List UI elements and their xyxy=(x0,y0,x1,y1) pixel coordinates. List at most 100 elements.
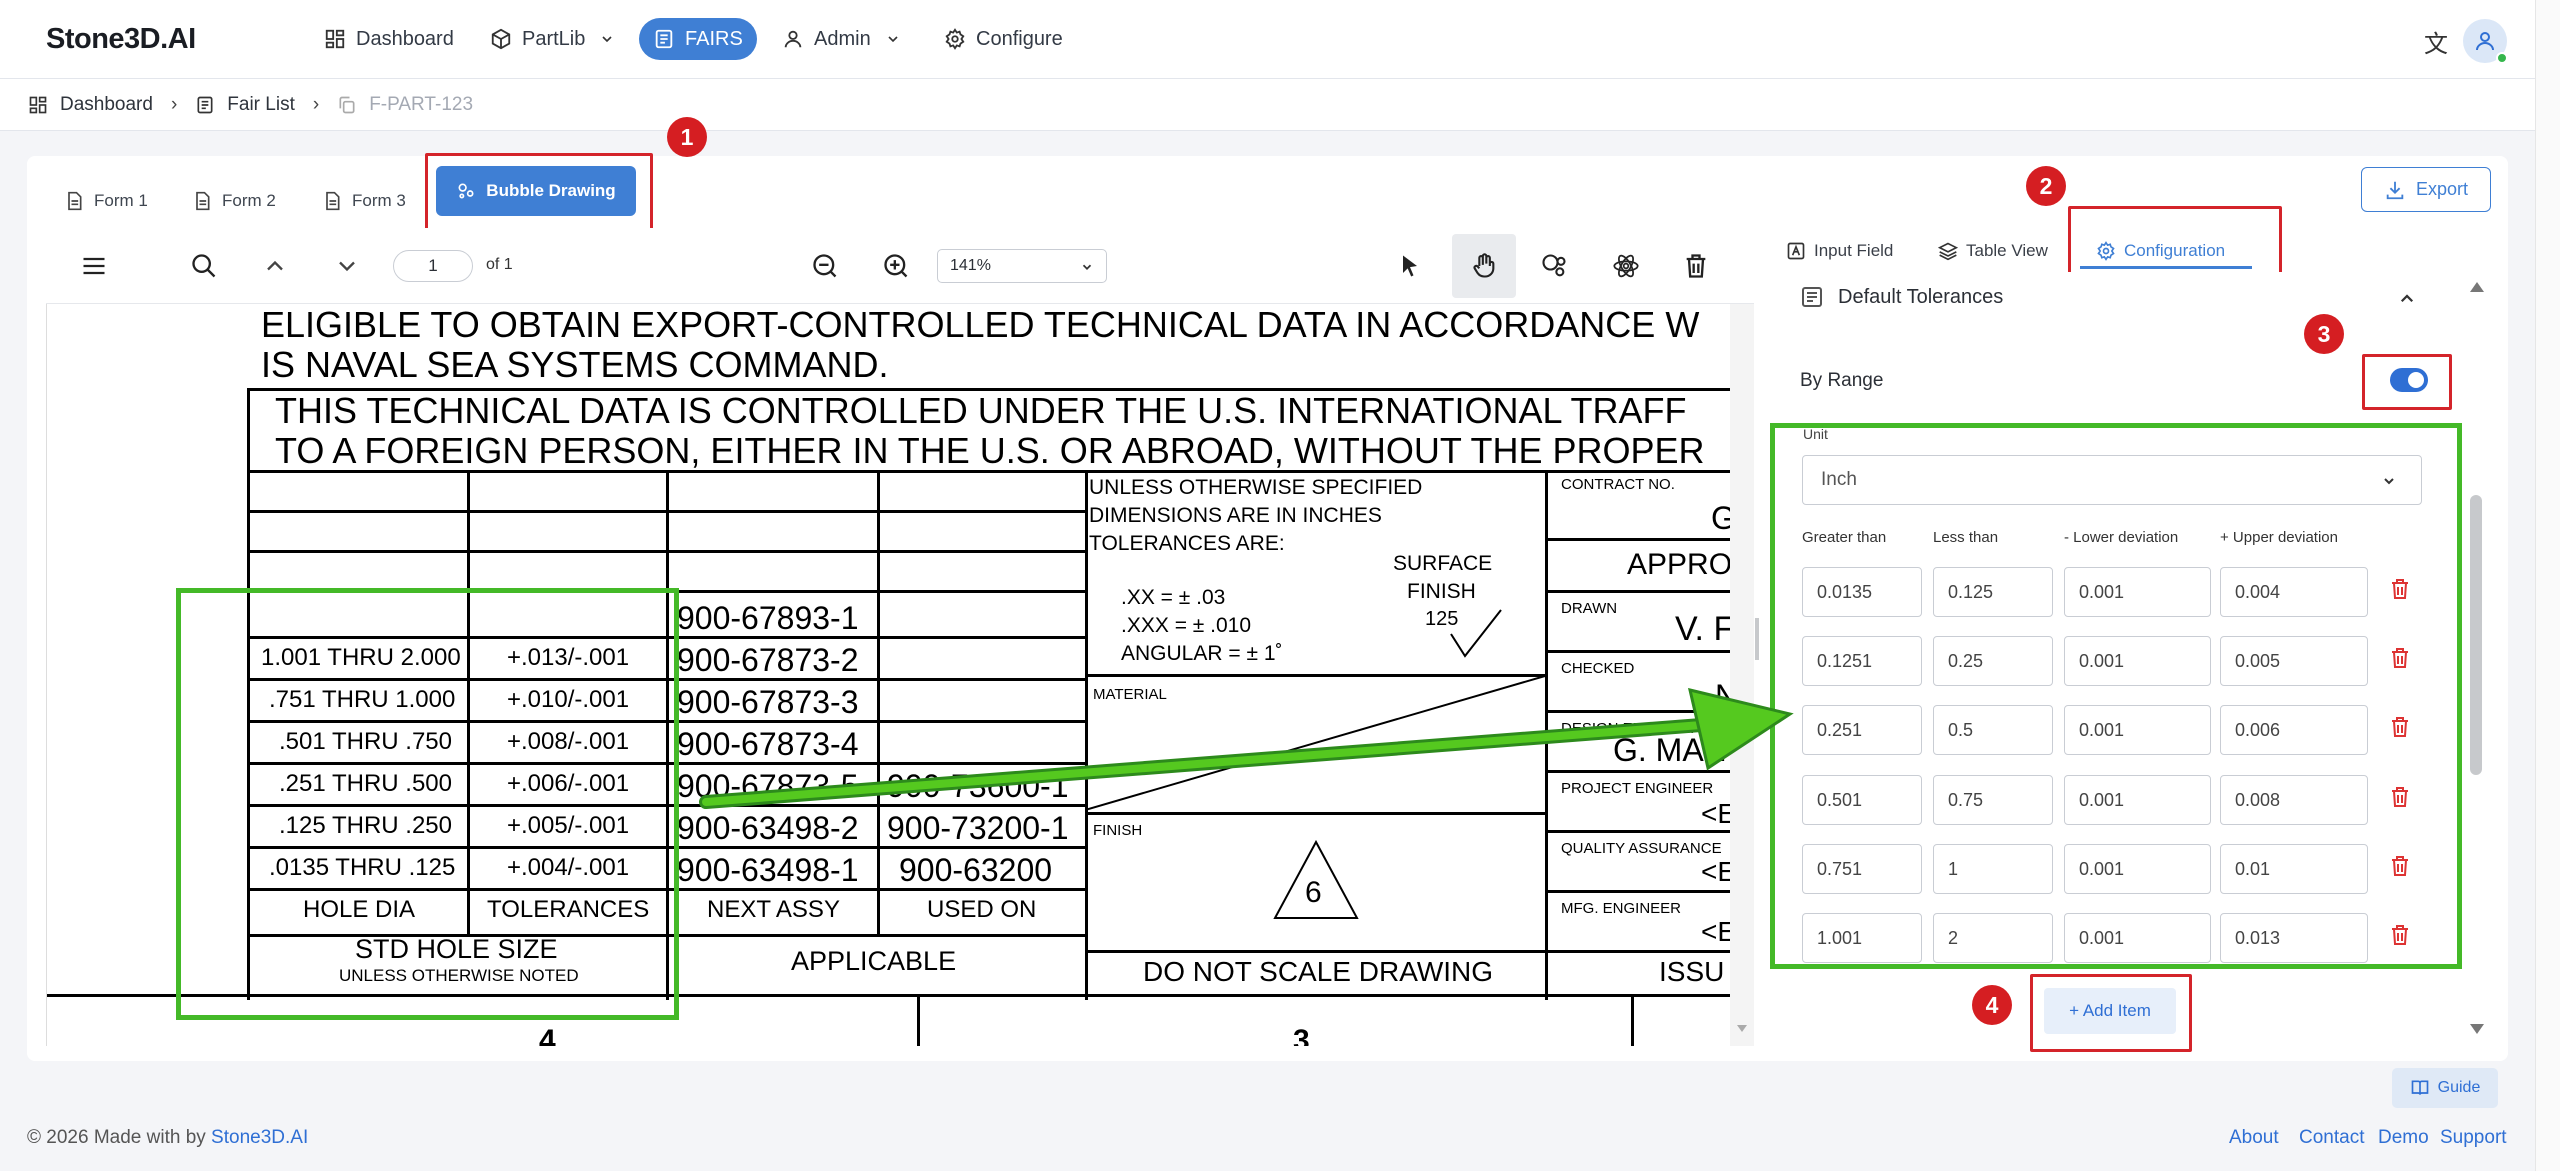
page-number-input[interactable]: 1 xyxy=(393,250,473,282)
config-scroll-thumb[interactable] xyxy=(2470,495,2482,775)
chevron-right-icon: › xyxy=(312,93,320,115)
atom-icon[interactable] xyxy=(1610,250,1642,282)
document-icon xyxy=(326,191,340,211)
guide-label: Guide xyxy=(2437,1079,2481,1096)
hand-icon xyxy=(1468,250,1500,282)
chevron-down-icon xyxy=(602,36,612,43)
text-field-icon xyxy=(1787,242,1805,260)
nav-admin[interactable]: Admin xyxy=(768,18,915,60)
used-on-cell: 900-63200 xyxy=(899,852,1053,888)
used-on-label: USED ON xyxy=(927,896,1037,923)
search-icon[interactable] xyxy=(188,250,220,282)
app-logo[interactable]: Stone3D.AI xyxy=(46,23,196,56)
document-icon xyxy=(68,191,82,211)
tab-table-view-label: Table View xyxy=(1966,241,2048,260)
online-status-dot xyxy=(2496,52,2508,64)
tab-table-view[interactable]: Table View xyxy=(1938,236,2048,266)
pdf-scrollbar[interactable] xyxy=(1730,304,1754,1046)
rule xyxy=(917,994,920,1046)
section-header[interactable]: Default Tolerances xyxy=(1800,285,2003,309)
tab-input-field-label: Input Field xyxy=(1814,241,1894,260)
scroll-up-icon xyxy=(2470,282,2484,292)
section-title: Default Tolerances xyxy=(1838,285,2004,308)
copy-icon xyxy=(339,96,355,113)
rule xyxy=(1545,538,1754,541)
copyright-text: © 2026 Made with by xyxy=(27,1127,206,1148)
menu-icon[interactable] xyxy=(78,250,110,282)
scroll-down-icon xyxy=(1737,1025,1747,1032)
layers-icon xyxy=(1938,242,1958,261)
footer-demo-link[interactable]: Demo xyxy=(2378,1127,2429,1149)
zoom-select[interactable]: 141% xyxy=(937,249,1107,283)
zoom-in-icon[interactable] xyxy=(880,250,912,282)
rule xyxy=(247,550,1085,553)
nav-configure[interactable]: Configure xyxy=(930,18,1077,60)
highlight-config-table xyxy=(1770,423,2462,969)
export-button[interactable]: Export xyxy=(2361,167,2491,212)
highlight-box-1 xyxy=(425,153,653,235)
cursor-icon[interactable] xyxy=(1394,250,1426,282)
rule xyxy=(1631,994,1634,1046)
drawn-label: DRAWN xyxy=(1561,600,1618,617)
chevron-up-icon[interactable] xyxy=(259,250,291,282)
rule xyxy=(1545,590,1754,593)
export-label: Export xyxy=(2415,179,2469,199)
checked-label: CHECKED xyxy=(1561,660,1635,677)
dashboard-icon xyxy=(29,96,47,113)
rule xyxy=(1085,950,1545,953)
green-arrow xyxy=(699,687,1794,809)
tab-form-1[interactable]: Form 1 xyxy=(64,178,148,224)
dashboard-icon xyxy=(325,29,345,49)
nav-dashboard-label: Dashboard xyxy=(356,27,454,50)
footer-brand-link[interactable]: Stone3D.AI xyxy=(211,1127,308,1148)
translate-icon[interactable]: 文 xyxy=(2424,24,2448,59)
drawn-value: V. F xyxy=(1675,610,1735,648)
splitter-handle[interactable] xyxy=(1755,618,1759,660)
nav-partlib[interactable]: PartLib xyxy=(476,18,629,60)
zone-4: 4 xyxy=(539,1024,556,1046)
scroll-down-icon xyxy=(2470,1024,2484,1034)
tab-form-2-label: Form 2 xyxy=(222,191,276,210)
window-edge-scrollbar xyxy=(2535,0,2560,1171)
drawing-line-2: IS NAVAL SEA SYSTEMS COMMAND. xyxy=(261,344,889,385)
zoom-out-icon[interactable] xyxy=(809,250,841,282)
tab-input-field[interactable]: Input Field xyxy=(1786,236,1893,266)
nav-fairs-label: FAIRS xyxy=(685,27,743,50)
chevron-down-icon xyxy=(1082,264,1092,270)
trash-icon[interactable] xyxy=(1680,250,1712,282)
gear-icon xyxy=(945,28,965,50)
list-box-icon xyxy=(1802,287,1822,307)
mfg-engineer-label: MFG. ENGINEER xyxy=(1561,900,1682,917)
approvals-label: APPRO xyxy=(1627,548,1733,581)
rule xyxy=(247,388,250,473)
tab-form-3-label: Form 3 xyxy=(352,191,406,210)
surface-finish-symbol xyxy=(1450,609,1502,658)
footer-about-link[interactable]: About xyxy=(2229,1127,2279,1149)
drawing-line-1: ELIGIBLE TO OBTAIN EXPORT-CONTROLLED TEC… xyxy=(261,304,1700,345)
download-icon xyxy=(2386,181,2404,199)
nav-fairs[interactable]: FAIRS xyxy=(639,18,757,60)
rule xyxy=(1545,950,1754,953)
tab-form-3[interactable]: Form 3 xyxy=(322,178,406,224)
step-badge-1: 1 xyxy=(667,117,707,157)
rule xyxy=(1545,650,1754,653)
zone-3: 3 xyxy=(1293,1024,1310,1046)
footer-support-link[interactable]: Support xyxy=(2440,1127,2507,1149)
by-range-label: By Range xyxy=(1800,370,1884,391)
drawing-line-4: TO A FOREIGN PERSON, EITHER IN THE U.S. … xyxy=(275,430,1705,471)
drawing-line-3: THIS TECHNICAL DATA IS CONTROLLED UNDER … xyxy=(275,390,1687,431)
footer-contact-link[interactable]: Contact xyxy=(2299,1127,2364,1149)
highlight-tolerance-table xyxy=(176,588,679,1020)
rule xyxy=(1545,890,1754,893)
chevron-down-icon[interactable] xyxy=(331,250,363,282)
tab-form-2[interactable]: Form 2 xyxy=(192,178,276,224)
chevron-up-icon[interactable] xyxy=(2398,290,2416,308)
bubble-tool-icon[interactable] xyxy=(1538,250,1570,282)
rule xyxy=(247,470,1754,473)
tol-xx: .XX = ± .03 xyxy=(1121,586,1226,609)
guide-button[interactable]: Guide xyxy=(2392,1068,2498,1108)
nav-dashboard[interactable]: Dashboard xyxy=(310,18,468,60)
breadcrumb-fair-list[interactable]: Fair List xyxy=(227,94,295,116)
breadcrumb-dashboard[interactable]: Dashboard xyxy=(60,94,153,116)
finish-label: FINISH xyxy=(1407,580,1476,603)
